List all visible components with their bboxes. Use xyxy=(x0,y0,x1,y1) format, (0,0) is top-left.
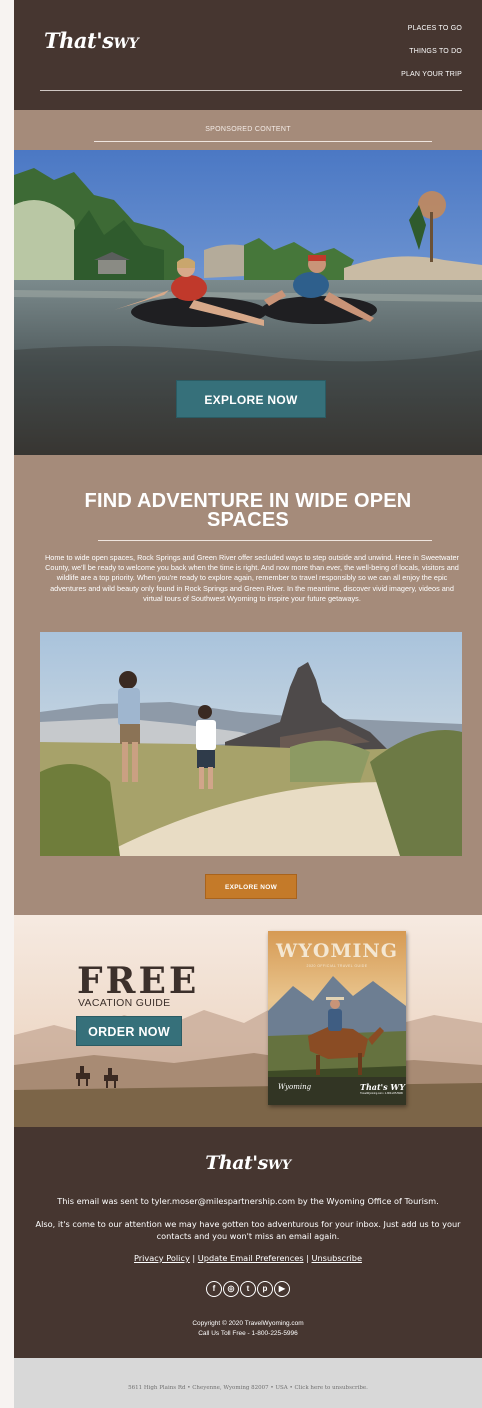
footer-logo[interactable]: That'sWY xyxy=(14,1152,482,1174)
youtube-icon[interactable]: ▶ xyxy=(274,1281,290,1297)
sponsored-label: SPONSORED CONTENT xyxy=(205,126,291,133)
thats-wy-logo[interactable]: That'sWY xyxy=(44,28,139,53)
postal-address-unsubscribe[interactable]: 5611 High Plains Rd • Cheyenne, Wyoming … xyxy=(14,1385,482,1391)
order-now-button[interactable]: ORDER NOW xyxy=(76,1016,182,1046)
social-links: f ◎ t p ▶ xyxy=(206,1281,292,1299)
desert-hike-photo[interactable] xyxy=(40,632,462,856)
intro-body: Home to wide open spaces, Rock Springs a… xyxy=(45,553,459,603)
link-separator: | xyxy=(306,1253,309,1263)
toll-free-phone: Call Us Toll Free - 1-800-225-5996 xyxy=(198,1330,298,1337)
update-preferences-link[interactable]: Update Email Preferences xyxy=(198,1253,304,1263)
cover-subtitle: 2020 OFFICIAL TRAVEL GUIDE xyxy=(306,964,368,968)
instagram-icon[interactable]: ◎ xyxy=(223,1281,239,1297)
facebook-icon[interactable]: f xyxy=(206,1281,222,1297)
vacation-guide-section: FREE VACATION GUIDE ORDER NOW WYOMING 20… xyxy=(14,915,482,1127)
intro-divider xyxy=(98,540,432,541)
unsubscribe-link[interactable]: Unsubscribe xyxy=(312,1253,362,1263)
nav-places-to-go[interactable]: PLACES TO GO xyxy=(401,24,462,47)
copyright-block: Copyright © 2020 TravelWyoming.com Call … xyxy=(14,1319,482,1339)
free-heading: FREE xyxy=(77,960,200,1002)
sponsored-band: SPONSORED CONTENT xyxy=(14,110,482,150)
hero-explore-now-button[interactable]: EXPLORE NOW xyxy=(176,380,326,418)
vacation-guide-subtitle: VACATION GUIDE xyxy=(78,997,171,1009)
privacy-policy-link[interactable]: Privacy Policy xyxy=(134,1253,190,1263)
hero-section: EXPLORE NOW xyxy=(14,150,482,455)
header-divider xyxy=(40,90,462,91)
recipient-notice: This email was sent to tyler.moser@miles… xyxy=(57,1196,439,1206)
top-nav: PLACES TO GO THINGS TO DO PLAN YOUR TRIP xyxy=(401,24,462,93)
safelist-notice: Also, it's come to our attention we may … xyxy=(35,1219,461,1241)
twitter-icon[interactable]: t xyxy=(240,1281,256,1297)
intro-explore-now-button[interactable]: EXPLORE NOW xyxy=(205,874,297,899)
nav-things-to-do[interactable]: THINGS TO DO xyxy=(401,47,462,70)
email-body: That'sWY PLACES TO GO THINGS TO DO PLAN … xyxy=(14,0,482,1408)
sponsored-divider xyxy=(94,141,432,142)
cover-logo-left: Wyoming xyxy=(278,1083,312,1091)
cover-logo-right: That's WY xyxy=(360,1082,406,1092)
guide-cover-image[interactable]: WYOMING 2020 OFFICIAL TRAVEL GUIDE Wyomi… xyxy=(268,931,406,1105)
legal-footer: 5611 High Plains Rd • Cheyenne, Wyoming … xyxy=(14,1358,482,1408)
intro-section: FIND ADVENTURE IN WIDE OPEN SPACES Home … xyxy=(14,455,482,915)
header: That'sWY PLACES TO GO THINGS TO DO PLAN … xyxy=(14,0,482,110)
cover-title: WYOMING xyxy=(276,940,398,962)
intro-title: FIND ADVENTURE IN WIDE OPEN SPACES xyxy=(84,490,412,531)
link-separator: | xyxy=(192,1253,196,1263)
pinterest-icon[interactable]: p xyxy=(257,1281,273,1297)
copyright-text: Copyright © 2020 TravelWyoming.com xyxy=(192,1320,304,1327)
cover-url: TravelWyoming.com • 1-800-225-5996 xyxy=(360,1092,403,1095)
footer-links: Privacy Policy | Update Email Preference… xyxy=(14,1253,482,1263)
footer: That'sWY This email was sent to tyler.mo… xyxy=(14,1127,482,1358)
